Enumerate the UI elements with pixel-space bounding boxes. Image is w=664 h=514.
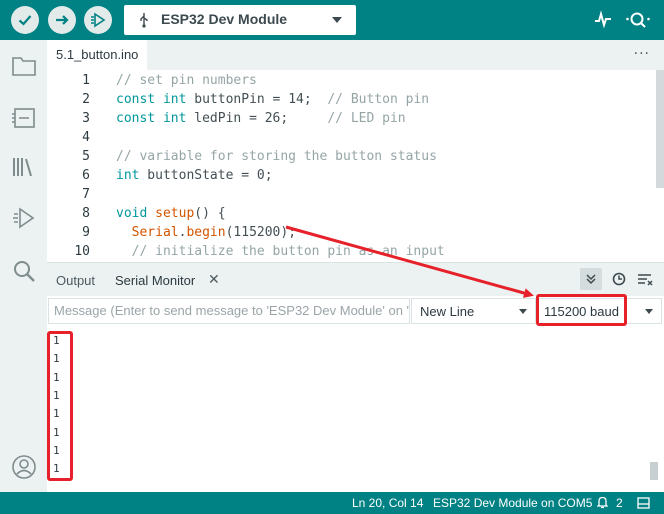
- annotation-arrow: [285, 225, 534, 298]
